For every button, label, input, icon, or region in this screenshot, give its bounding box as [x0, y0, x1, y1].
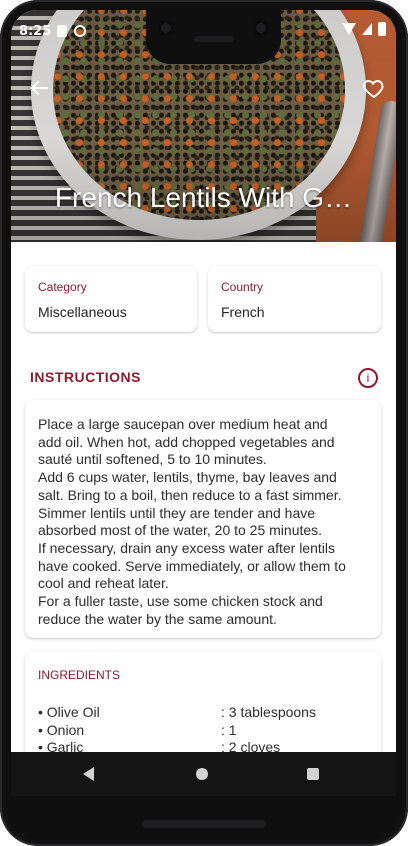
- instruction-line: have cooked. Serve immediately, or allow…: [38, 557, 346, 574]
- battery-icon: [378, 22, 386, 36]
- ingredient-name: • Onion: [38, 721, 85, 738]
- instruction-line: reduce the water by the same amount.: [38, 610, 277, 627]
- arrow-left-icon: [30, 80, 49, 96]
- country-card: Country French: [208, 266, 381, 332]
- instruction-line: sauté until softened, 5 to 10 minutes.: [38, 451, 267, 468]
- category-label: Category: [38, 280, 87, 294]
- ingredient-quantity: : 3 tablespoons: [221, 704, 316, 720]
- recipe-title: French Lentils With G…: [54, 182, 353, 213]
- instruction-line: cool and reheat later.: [38, 575, 169, 592]
- phone-device: 8:25 French Lentils With G… Category Mis…: [0, 0, 408, 846]
- instruction-line: Simmer lentils until they are tender and…: [38, 504, 316, 521]
- ingredients-card: INGREDIENTS • Olive Oil : 3 tablespoons …: [25, 652, 381, 752]
- nav-recents-icon[interactable]: [307, 768, 319, 780]
- bottom-speaker: [142, 820, 266, 828]
- ingredient-quantity: : 2 cloves: [221, 739, 281, 752]
- ingredients-list: • Olive Oil : 3 tablespoons • Onion : 1 …: [38, 704, 368, 752]
- signal-icon: [362, 23, 372, 35]
- instruction-line: For a fuller taste, use some chicken sto…: [38, 593, 323, 610]
- heart-outline-icon: [363, 79, 384, 99]
- nav-back-icon[interactable]: [83, 767, 94, 781]
- status-time: 8:25: [19, 24, 52, 39]
- instruction-line: If necessary, drain any excess water aft…: [38, 539, 335, 556]
- instruction-line: Add 6 cups water, lentils, thyme, bay le…: [38, 469, 337, 486]
- nav-home-icon[interactable]: [196, 768, 208, 780]
- ingredient-name: • Garlic: [38, 739, 84, 752]
- wifi-icon: [342, 23, 356, 35]
- status-right-icons: [342, 22, 386, 36]
- ingredients-title: INGREDIENTS: [38, 668, 121, 682]
- category-value: Miscellaneous: [38, 304, 127, 320]
- status-bar: 8:25: [11, 10, 396, 50]
- top-app-bar: [11, 68, 396, 112]
- instruction-line: absorbed most of the water, 20 to 25 min…: [38, 522, 323, 539]
- system-navigation-bar: [11, 752, 396, 796]
- country-value: French: [221, 304, 265, 320]
- country-label: Country: [221, 280, 264, 294]
- instructions-card: Place a large saucepan over medium heat …: [25, 400, 381, 638]
- ingredient-row: • Onion : 1: [38, 722, 368, 740]
- instruction-line: salt. Bring to a boil, then reduce to a …: [38, 486, 342, 503]
- ingredient-row: • Olive Oil : 3 tablespoons: [38, 704, 368, 722]
- favorite-button[interactable]: [362, 76, 386, 100]
- instructions-title: INSTRUCTIONS: [30, 369, 141, 385]
- back-button[interactable]: [27, 76, 51, 100]
- info-icon[interactable]: i: [358, 368, 378, 388]
- sd-card-icon: [57, 25, 67, 37]
- data-saver-icon: [74, 25, 86, 37]
- instruction-line: add oil. When hot, add chopped vegetable…: [38, 433, 335, 450]
- category-card: Category Miscellaneous: [25, 266, 197, 332]
- ingredient-row: • Garlic : 2 cloves: [38, 739, 368, 752]
- instruction-line: Place a large saucepan over medium heat …: [38, 416, 328, 432]
- ingredient-name: • Olive Oil: [38, 704, 100, 720]
- app-screen: 8:25 French Lentils With G… Category Mis…: [11, 10, 396, 752]
- ingredient-quantity: : 1: [221, 721, 237, 738]
- recipe-content[interactable]: Category Miscellaneous Country French IN…: [11, 242, 396, 752]
- instructions-text: Place a large saucepan over medium heat …: [38, 416, 368, 628]
